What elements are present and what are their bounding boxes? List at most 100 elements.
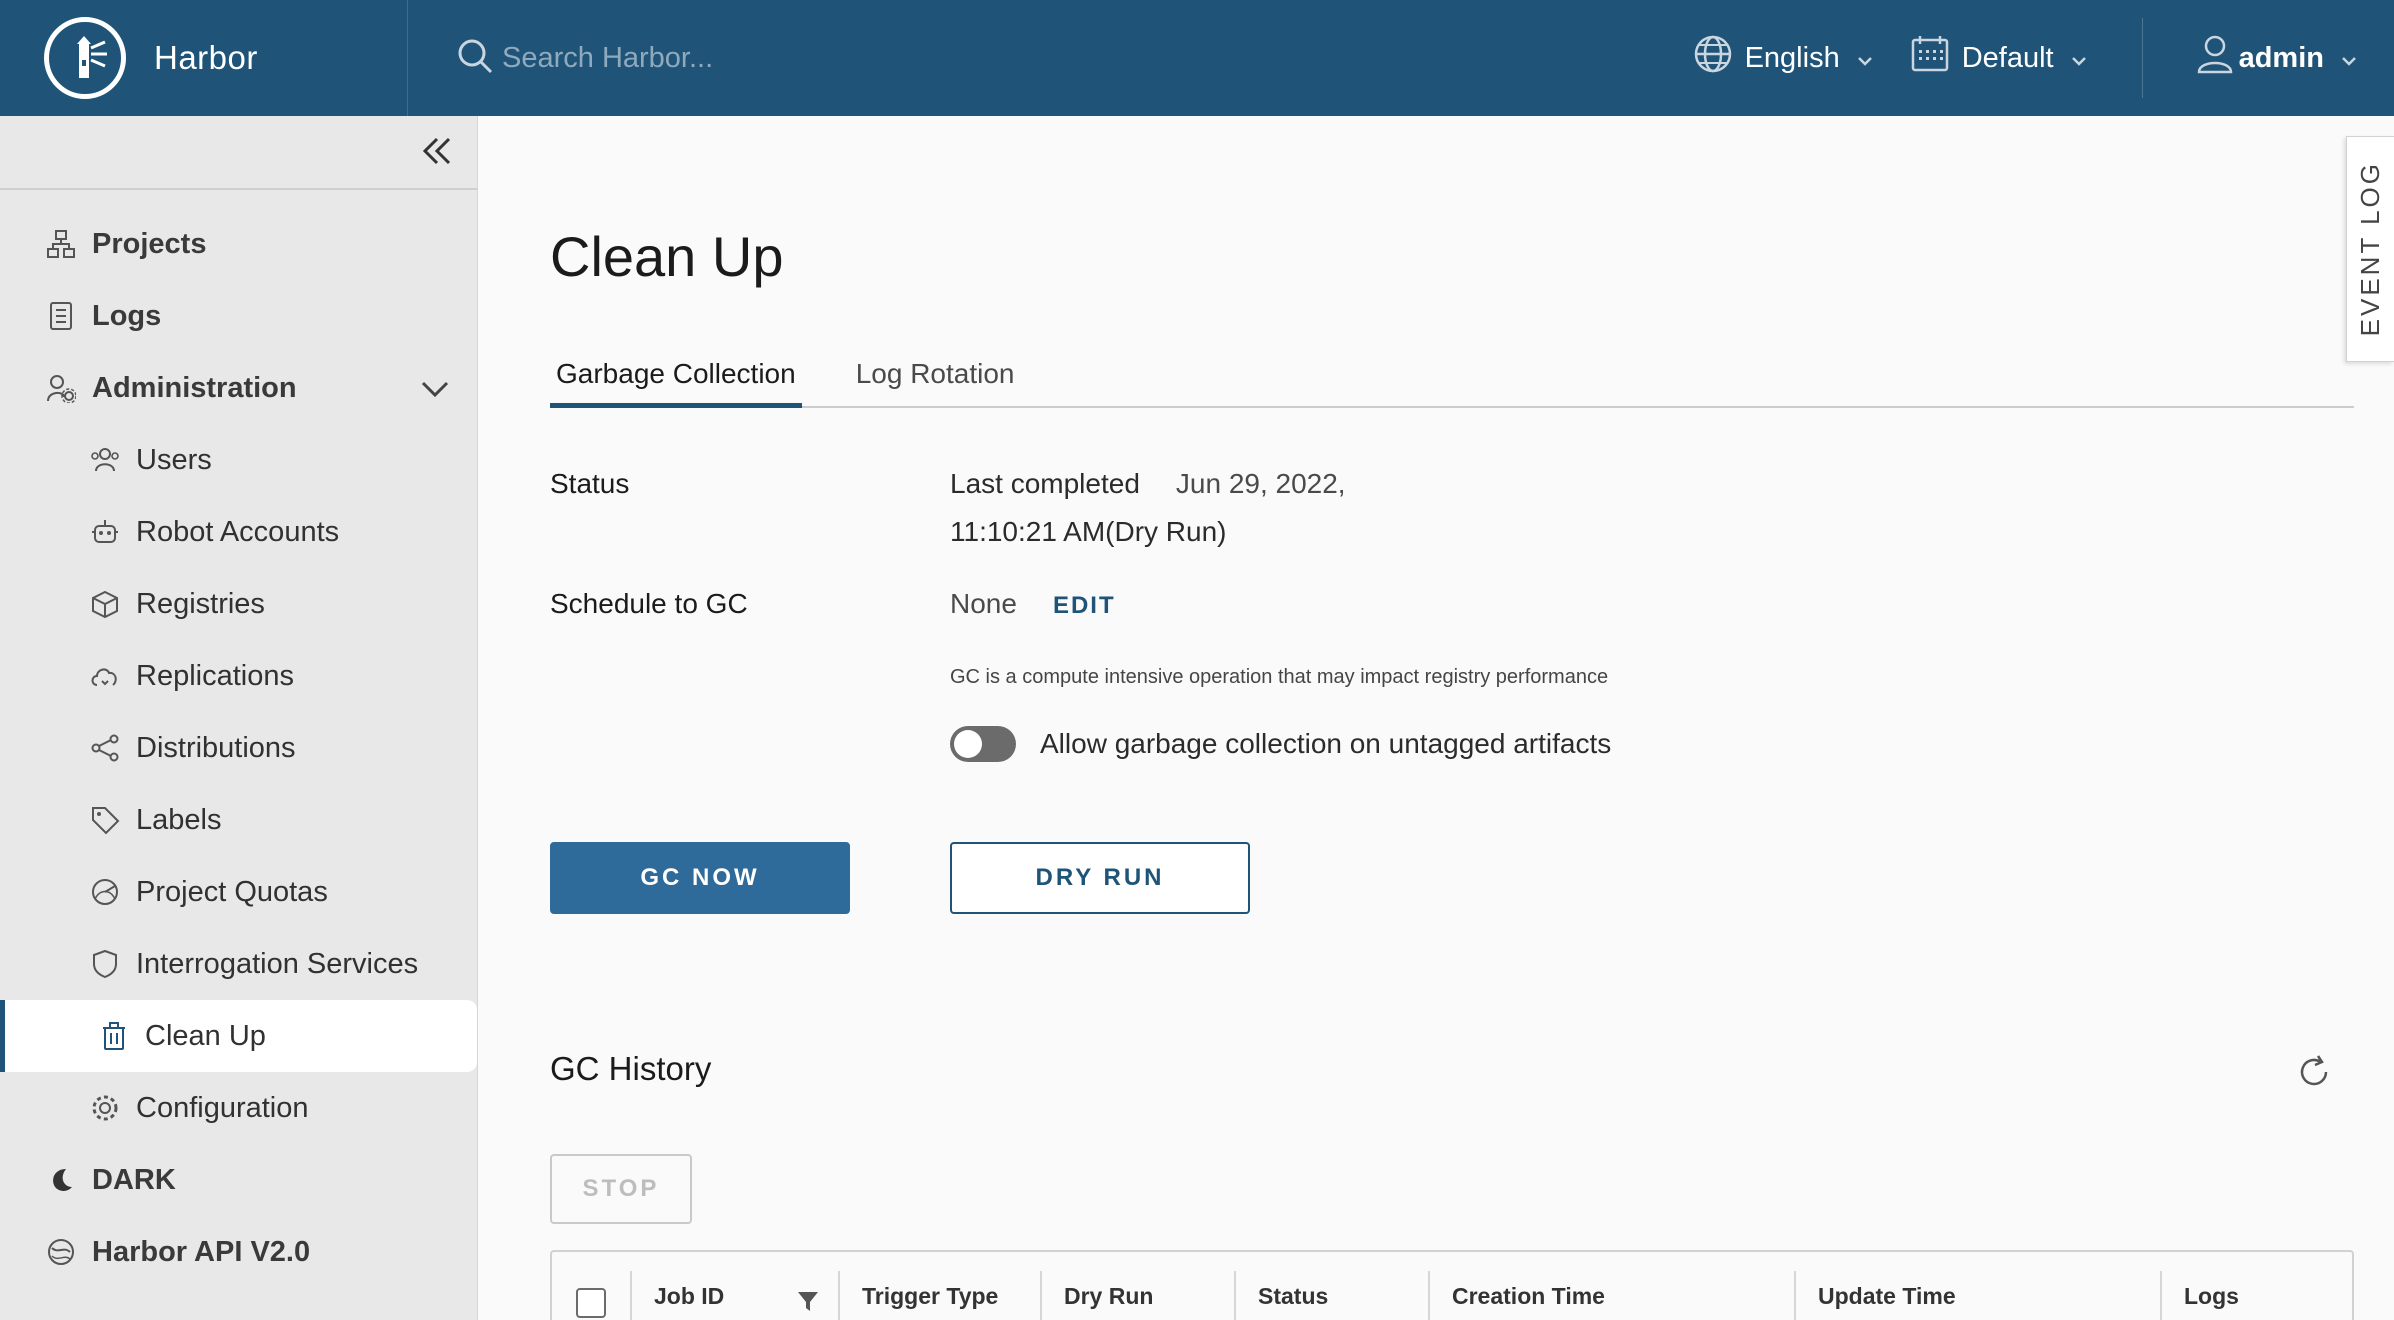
sidebar-item-harbor-api[interactable]: Harbor API V2.0 xyxy=(0,1216,477,1288)
sidebar-nav: Projects Logs Administration Users Robot… xyxy=(0,190,477,1288)
sidebar-item-projects[interactable]: Projects xyxy=(0,208,477,280)
column-header-status[interactable]: Status xyxy=(1234,1271,1428,1320)
filter-icon[interactable] xyxy=(796,1289,820,1319)
last-completed-value: Last completed Jun 29, 2022, xyxy=(950,468,1346,500)
sidebar-item-distributions[interactable]: Distributions xyxy=(0,712,477,784)
chevron-down-icon xyxy=(1856,42,1874,75)
chevron-down-icon[interactable] xyxy=(420,374,450,407)
registries-icon xyxy=(90,589,120,619)
refresh-icon[interactable] xyxy=(2296,1054,2332,1095)
harbor-logo-icon xyxy=(44,17,126,99)
dry-run-button[interactable]: DRY RUN xyxy=(950,842,1250,914)
distributions-icon xyxy=(90,733,120,763)
theme-selector[interactable]: Default xyxy=(1910,34,2088,82)
replications-icon xyxy=(90,661,120,691)
schedule-label: Schedule to GC xyxy=(550,588,748,619)
sidebar-item-project-quotas[interactable]: Project Quotas xyxy=(0,856,477,928)
user-menu[interactable]: admin xyxy=(2195,34,2358,82)
robot-icon xyxy=(90,517,120,547)
collapse-sidebar-icon[interactable] xyxy=(420,134,456,170)
select-all-cell xyxy=(552,1271,630,1320)
sidebar-item-label: Harbor API V2.0 xyxy=(92,1235,311,1268)
gc-history-table: Job ID Trigger Type Dry Run Status Creat… xyxy=(550,1250,2354,1320)
sidebar-item-dark-mode[interactable]: DARK xyxy=(0,1144,477,1216)
edit-schedule-link[interactable]: EDIT xyxy=(1053,592,1116,619)
gc-now-button[interactable]: GC NOW xyxy=(550,842,850,914)
sidebar: Projects Logs Administration Users Robot… xyxy=(0,116,478,1320)
sidebar-item-label: Logs xyxy=(92,299,162,332)
tab-bar: Garbage Collection Log Rotation xyxy=(550,352,2354,408)
trash-icon xyxy=(99,1021,129,1051)
schedule-value: None xyxy=(950,588,1017,619)
projects-icon xyxy=(46,229,76,259)
untagged-artifacts-row: Allow garbage collection on untagged art… xyxy=(950,726,1611,762)
tab-garbage-collection[interactable]: Garbage Collection xyxy=(550,352,802,408)
sidebar-item-label: Registries xyxy=(136,587,265,620)
search-input[interactable] xyxy=(502,41,1102,75)
search-icon xyxy=(456,37,494,80)
sidebar-item-labels[interactable]: Labels xyxy=(0,784,477,856)
brand[interactable]: Harbor xyxy=(0,0,408,116)
last-completed-time: 11:10:21 AM(Dry Run) xyxy=(950,516,1227,547)
top-header: Harbor English Default xyxy=(0,0,2394,116)
column-header-job-id[interactable]: Job ID xyxy=(630,1271,838,1320)
sidebar-item-label: Configuration xyxy=(136,1091,309,1124)
column-header-logs[interactable]: Logs xyxy=(2160,1271,2352,1320)
moon-icon xyxy=(46,1165,76,1195)
administration-icon xyxy=(46,373,76,403)
sidebar-item-replications[interactable]: Replications xyxy=(0,640,477,712)
sidebar-item-robot-accounts[interactable]: Robot Accounts xyxy=(0,496,477,568)
sidebar-item-clean-up[interactable]: Clean Up xyxy=(0,1000,477,1072)
sidebar-item-configuration[interactable]: Configuration xyxy=(0,1072,477,1144)
sidebar-item-label: Interrogation Services xyxy=(136,947,419,980)
page-title: Clean Up xyxy=(550,225,784,288)
sidebar-item-registries[interactable]: Registries xyxy=(0,568,477,640)
sidebar-item-users[interactable]: Users xyxy=(0,424,477,496)
chevron-down-icon xyxy=(2340,42,2358,75)
language-selector[interactable]: English xyxy=(1693,34,1874,82)
main-content: Clean Up Garbage Collection Log Rotation… xyxy=(478,116,2354,1320)
user-icon xyxy=(2195,34,2235,82)
event-log-tab[interactable]: EVENT LOG xyxy=(2346,136,2394,362)
column-header-dry-run[interactable]: Dry Run xyxy=(1040,1271,1234,1320)
username-label: admin xyxy=(2238,41,2324,74)
sidebar-collapse-row xyxy=(0,116,477,190)
column-header-creation-time[interactable]: Creation Time xyxy=(1428,1271,1794,1320)
sidebar-item-label: Administration xyxy=(92,371,297,404)
stop-button[interactable]: STOP xyxy=(550,1154,692,1224)
calendar-icon xyxy=(1910,34,1950,82)
sidebar-item-label: Replications xyxy=(136,659,294,692)
column-header-trigger-type[interactable]: Trigger Type xyxy=(838,1271,1040,1320)
shield-icon xyxy=(90,949,120,979)
column-header-update-time[interactable]: Update Time xyxy=(1794,1271,2160,1320)
last-completed-date: Jun 29, 2022, xyxy=(1175,468,1346,499)
gc-performance-note: GC is a compute intensive operation that… xyxy=(950,666,1609,688)
sidebar-item-label: Robot Accounts xyxy=(136,515,340,548)
sidebar-item-logs[interactable]: Logs xyxy=(0,280,477,352)
select-all-checkbox[interactable] xyxy=(576,1288,606,1318)
sidebar-item-label: Distributions xyxy=(136,731,296,764)
users-icon xyxy=(90,445,120,475)
theme-label: Default xyxy=(1961,41,2054,74)
globe-icon xyxy=(1693,34,1733,82)
api-icon xyxy=(46,1237,76,1267)
gear-icon xyxy=(90,1093,120,1123)
header-divider xyxy=(2141,18,2143,98)
labels-icon xyxy=(90,805,120,835)
sidebar-item-label: Labels xyxy=(136,803,222,836)
sidebar-item-label: Users xyxy=(136,443,212,476)
sidebar-item-label: DARK xyxy=(92,1163,176,1196)
sidebar-item-interrogation-services[interactable]: Interrogation Services xyxy=(0,928,477,1000)
sidebar-item-label: Project Quotas xyxy=(136,875,328,908)
gc-history-title: GC History xyxy=(550,1050,712,1087)
header-right: English Default admin xyxy=(1693,0,2394,116)
event-log-label: EVENT LOG xyxy=(2355,161,2385,337)
last-completed-label: Last completed xyxy=(950,468,1140,499)
quotas-icon xyxy=(90,877,120,907)
untagged-artifacts-toggle[interactable] xyxy=(950,726,1016,762)
search-box[interactable] xyxy=(456,28,1156,88)
sidebar-item-label: Clean Up xyxy=(145,1019,266,1052)
sidebar-item-administration[interactable]: Administration xyxy=(0,352,477,424)
tab-log-rotation[interactable]: Log Rotation xyxy=(850,352,1021,408)
language-label: English xyxy=(1744,41,1840,74)
